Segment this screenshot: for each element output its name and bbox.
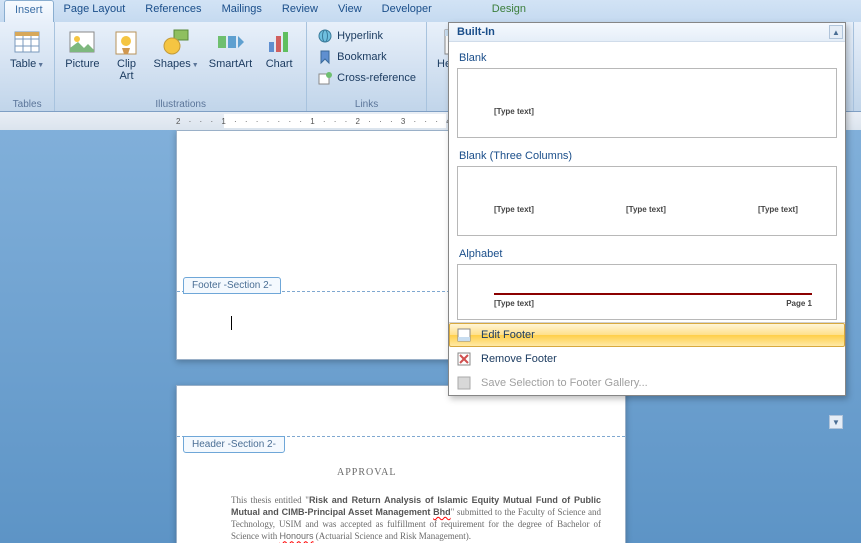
menu-remove-footer[interactable]: Remove Footer [449,347,845,371]
tab-design[interactable]: Design [482,0,536,22]
approval-body: This thesis entitled "Risk and Return An… [231,494,601,543]
page-2: Header -Section 2- APPROVAL This thesis … [176,385,626,543]
chart-button[interactable]: Chart [258,24,300,72]
bookmark-label: Bookmark [337,51,387,63]
gallery-section-header: Built-In [449,23,845,42]
gallery-item-blank-title: Blank [459,52,837,64]
gallery-scroll-down[interactable]: ▼ [829,415,843,429]
smartart-button[interactable]: SmartArt [205,24,256,72]
picture-button[interactable]: Picture [61,24,103,72]
save-gallery-icon [455,375,473,391]
gallery-item-alphabet-title: Alphabet [459,248,837,260]
hyperlink-icon [317,28,333,44]
chart-icon [263,26,295,58]
shapes-button[interactable]: Shapes▼ [149,24,202,74]
picture-icon [66,26,98,58]
gallery-item-blank[interactable]: [Type text] [457,68,837,138]
clipart-button[interactable]: Clip Art [105,24,147,84]
tab-page-layout[interactable]: Page Layout [54,0,136,22]
chart-label: Chart [266,58,293,70]
smartart-label: SmartArt [209,58,252,70]
footer-section-tab: Footer -Section 2- [183,277,281,294]
approval-heading: APPROVAL [337,466,397,480]
menu-edit-footer[interactable]: Edit Footer [449,323,845,347]
table-label: Table [10,58,36,70]
tab-references[interactable]: References [135,0,211,22]
remove-footer-icon [455,351,473,367]
clipart-label: Clip Art [117,58,136,82]
crossref-button[interactable]: Cross-reference [313,68,420,88]
tab-mailings[interactable]: Mailings [212,0,272,22]
header-section-tab: Header -Section 2- [183,436,285,453]
crossref-icon [317,70,333,86]
gallery-scroll-up[interactable]: ▲ [829,25,843,39]
picture-label: Picture [65,58,99,70]
group-tables: Tables [6,98,48,110]
gallery-item-blank3-title: Blank (Three Columns) [459,150,837,162]
crossref-label: Cross-reference [337,72,416,84]
bookmark-button[interactable]: Bookmark [313,47,420,67]
menu-edit-footer-label: Edit Footer [481,329,535,341]
bookmark-icon [317,49,333,65]
tab-review[interactable]: Review [272,0,328,22]
table-icon [11,26,43,58]
tab-insert[interactable]: Insert [4,0,54,22]
text-cursor [231,316,232,330]
smartart-icon [214,26,246,58]
hyperlink-button[interactable]: Hyperlink [313,26,420,46]
shapes-icon [160,26,192,58]
footer-gallery-dropdown: Built-In ▲ Blank [Type text] Blank (Thre… [448,22,846,396]
menu-remove-footer-label: Remove Footer [481,353,557,365]
hyperlink-label: Hyperlink [337,30,383,42]
table-button[interactable]: Table▼ [6,24,48,74]
clipart-icon [110,26,142,58]
group-links: Links [313,98,420,110]
edit-footer-icon [455,327,473,343]
shapes-label: Shapes [153,58,190,70]
tab-view[interactable]: View [328,0,372,22]
group-illustrations: Illustrations [61,98,300,110]
menu-save-footer-gallery-label: Save Selection to Footer Gallery... [481,377,648,389]
gallery-item-blank3[interactable]: [Type text] [Type text] [Type text] [457,166,837,236]
menu-save-footer-gallery: Save Selection to Footer Gallery... [449,371,845,395]
gallery-item-alphabet[interactable]: [Type text] Page 1 [457,264,837,320]
tab-developer[interactable]: Developer [372,0,442,22]
